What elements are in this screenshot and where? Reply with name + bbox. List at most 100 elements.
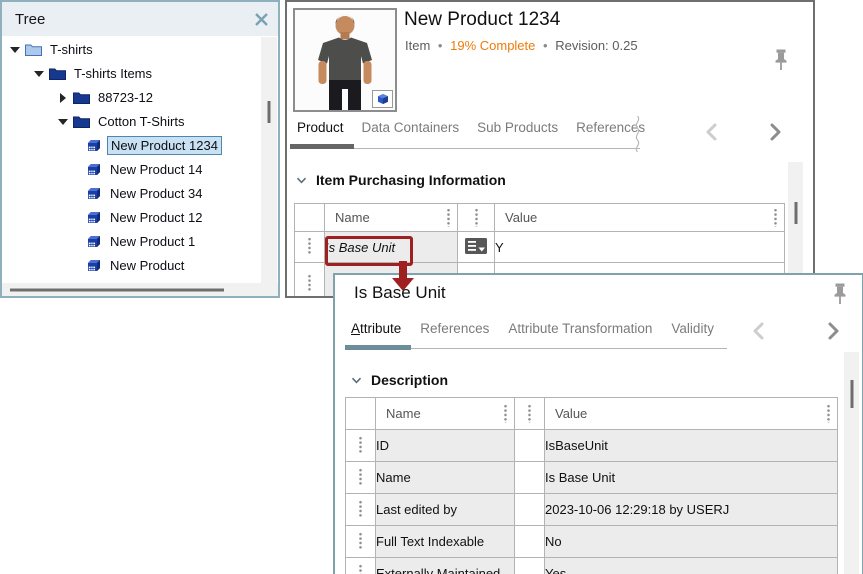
multi-value-cell[interactable]: [458, 232, 495, 263]
section-description: Description: [351, 372, 448, 388]
chevron-right-icon[interactable]: [769, 123, 782, 141]
tree-item-new-product[interactable]: New Product: [2, 253, 261, 277]
annotation-arrow: [399, 261, 407, 278]
column-header-icon[interactable]: [458, 204, 495, 232]
drag-handle-dots[interactable]: [774, 208, 777, 227]
header-handle-cell: [295, 204, 325, 232]
tree-item-label: New Product: [107, 257, 187, 274]
tab-references[interactable]: References: [420, 321, 489, 336]
tree-vertical-scrollbar[interactable]: [261, 37, 277, 283]
collapse-chevron-icon[interactable]: [351, 377, 362, 384]
header-handle-cell: [346, 398, 376, 430]
tree-item-label: 88723-12: [95, 89, 156, 106]
column-header-name[interactable]: Name: [376, 398, 515, 430]
drag-handle-dots[interactable]: [447, 208, 450, 227]
tree-item-label: New Product 1234: [107, 136, 222, 155]
tree-item-new-product-14[interactable]: New Product 14: [2, 157, 261, 181]
tree-item-new-product-1[interactable]: New Product 1: [2, 229, 261, 253]
tab-overflow-squiggle-icon: [633, 116, 642, 157]
popup-tab-bar: Attribute References Attribute Transform…: [351, 321, 714, 336]
scrollbar-thumb[interactable]: [794, 202, 797, 224]
main-tab-bar: Product Data Containers Sub Products Ref…: [297, 120, 645, 135]
row-drag-handle[interactable]: [346, 430, 376, 462]
product-image[interactable]: [293, 8, 397, 112]
tree-panel-title: Tree: [15, 11, 45, 28]
row-drag-handle[interactable]: [346, 462, 376, 494]
property-value-cell: Yes: [545, 558, 838, 574]
drag-handle-dots: [359, 468, 362, 485]
tab-data-containers[interactable]: Data Containers: [362, 120, 460, 135]
revision-label: Revision: 0.25: [555, 38, 637, 53]
column-header-name[interactable]: Name: [325, 204, 458, 232]
property-value-cell: Is Base Unit: [545, 462, 838, 494]
chevron-left-icon[interactable]: [752, 322, 765, 340]
product-icon: [86, 211, 102, 224]
tree-item-new-product-12[interactable]: New Product 12: [2, 205, 261, 229]
property-name-cell: Name: [376, 462, 515, 494]
row-drag-handle[interactable]: [346, 558, 376, 574]
tree-horizontal-scrollbar[interactable]: [2, 283, 278, 296]
collapse-chevron-icon[interactable]: [296, 177, 307, 184]
column-header-value[interactable]: Value: [495, 204, 785, 232]
active-tab-underline: [290, 144, 354, 149]
column-header-blank[interactable]: [515, 398, 545, 430]
property-value-cell: IsBaseUnit: [545, 430, 838, 462]
expand-arrow-icon[interactable]: [10, 45, 19, 54]
product-icon: [86, 259, 102, 272]
property-name-cell: Externally Maintained: [376, 558, 515, 574]
tree-item-t-shirts-items[interactable]: T-shirts Items: [2, 61, 261, 85]
app-canvas: Tree T-shirts T-shirts Items: [0, 0, 863, 574]
description-table: Name Value ID IsBaseUnit Name Is Base Un…: [345, 397, 838, 574]
scrollbar-thumb[interactable]: [268, 101, 271, 123]
scrollbar-thumb[interactable]: [850, 380, 853, 408]
drag-handle-dots[interactable]: [504, 404, 507, 423]
popup-vertical-scrollbar[interactable]: [844, 352, 859, 574]
tab-attribute-transformation[interactable]: Attribute Transformation: [508, 321, 652, 336]
drag-handle-dots: [308, 274, 311, 291]
product-subtitle: Item • 19% Complete • Revision: 0.25: [405, 38, 638, 53]
tab-attribute[interactable]: Attribute: [351, 321, 401, 336]
expand-arrow-icon[interactable]: [58, 117, 67, 126]
tree-item-new-product-1234[interactable]: New Product 1234: [2, 133, 261, 157]
bullet-separator: •: [438, 38, 443, 53]
tab-sub-products[interactable]: Sub Products: [477, 120, 558, 135]
close-icon[interactable]: [254, 12, 269, 27]
tree-item-cotton-t-shirts[interactable]: Cotton T-Shirts: [2, 109, 261, 133]
expand-arrow-icon[interactable]: [34, 69, 43, 78]
drag-handle-dots[interactable]: [827, 404, 830, 423]
scrollbar-thumb[interactable]: [10, 288, 224, 291]
active-tab-underline: [345, 345, 411, 350]
row-drag-handle[interactable]: [295, 232, 325, 263]
table-row-externally-maintained: Externally Maintained Yes: [346, 558, 838, 574]
folder-icon: [73, 115, 90, 128]
section-title: Description: [371, 372, 448, 388]
expand-arrow-icon[interactable]: [58, 93, 67, 102]
property-value-cell: 2023-10-06 12:29:18 by USERJ: [545, 494, 838, 526]
row-drag-handle[interactable]: [346, 526, 376, 558]
property-name-cell: ID: [376, 430, 515, 462]
tab-product[interactable]: Product: [297, 120, 344, 135]
attribute-value-cell[interactable]: Y: [495, 232, 785, 263]
tree-item-label: New Product 1: [107, 233, 198, 250]
chevron-left-icon[interactable]: [705, 123, 718, 141]
row-drag-handle[interactable]: [295, 263, 325, 299]
tree-item-label: Cotton T-Shirts: [95, 113, 187, 130]
table-header-row: Name Value: [346, 398, 838, 430]
drag-handle-dots[interactable]: [528, 404, 531, 423]
pushpin-icon[interactable]: [832, 283, 848, 310]
tree-item-t-shirts[interactable]: T-shirts: [2, 37, 261, 61]
drag-handle-dots: [359, 500, 362, 517]
chevron-right-icon[interactable]: [827, 322, 840, 340]
drag-handle-dots: [359, 532, 362, 549]
tree-item-88723-12[interactable]: 88723-12: [2, 85, 261, 109]
drag-handle-dots[interactable]: [475, 208, 478, 227]
tab-validity[interactable]: Validity: [671, 321, 714, 336]
pushpin-icon[interactable]: [773, 49, 789, 76]
product-icon: [86, 139, 102, 152]
row-drag-handle[interactable]: [346, 494, 376, 526]
column-header-value[interactable]: Value: [545, 398, 838, 430]
tree-item-new-product-34[interactable]: New Product 34: [2, 181, 261, 205]
tree-panel-header: Tree: [2, 2, 278, 36]
property-value-cell: No: [545, 526, 838, 558]
property-name-cell: Full Text Indexable: [376, 526, 515, 558]
